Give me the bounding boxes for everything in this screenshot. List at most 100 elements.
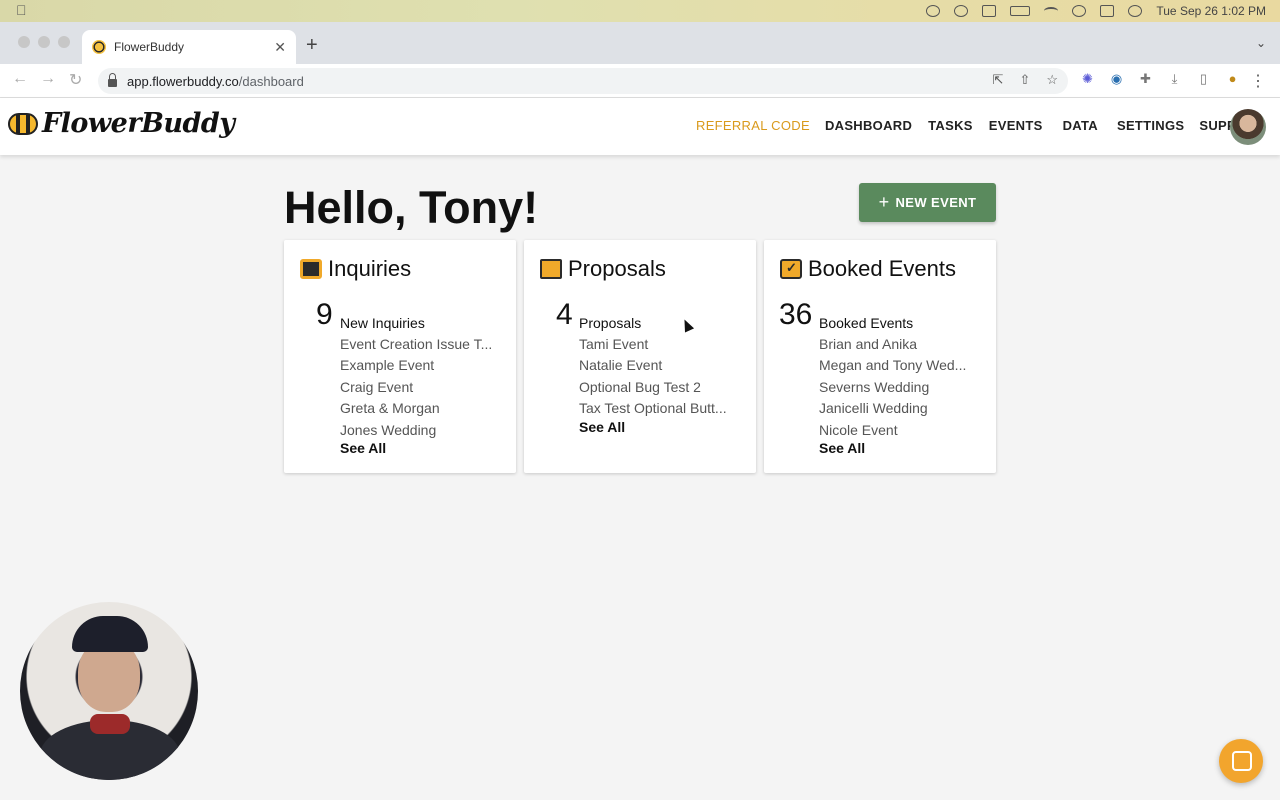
address-bar-actions: ⇱ ⇧ ☆ — [993, 72, 1058, 88]
nav-tasks[interactable]: TASKS — [928, 118, 973, 133]
extensions-puzzle-icon[interactable]: ✚ — [1138, 71, 1153, 86]
extensions-area: ✺ ◉ ✚ ⤓ ▯ ● — [1080, 71, 1240, 86]
proposals-see-all-link[interactable]: See All — [579, 419, 625, 435]
profile-bee-icon[interactable]: ● — [1225, 71, 1240, 86]
booked-events-count: 36 — [779, 298, 813, 331]
menubar-tray: Tue Sep 26 1:02 PM — [926, 0, 1266, 22]
list-item[interactable]: Optional Bug Test 2 — [579, 377, 727, 398]
list-item[interactable]: Craig Event — [340, 377, 492, 398]
inquiries-count: 9 — [316, 298, 333, 331]
webcam-overlay — [20, 602, 198, 780]
download-icon[interactable]: ⤓ — [1167, 71, 1182, 86]
booked-events-list: Brian and Anika Megan and Tony Wed... Se… — [819, 334, 966, 441]
booked-events-see-all-link[interactable]: See All — [819, 440, 865, 456]
share-icon[interactable]: ⇧ — [1019, 72, 1030, 88]
list-item[interactable]: Event Creation Issue T... — [340, 334, 492, 355]
chat-launcher-icon[interactable] — [1219, 739, 1263, 783]
card-title[interactable]: Proposals — [540, 256, 666, 282]
macos-menubar:  Tue Sep 26 1:02 PM — [0, 0, 1280, 22]
battery-icon[interactable] — [1010, 6, 1031, 16]
proposals-list: Tami Event Natalie Event Optional Bug Te… — [579, 334, 727, 420]
list-item[interactable]: Nicole Event — [819, 420, 966, 441]
tab-search-chevron-icon[interactable]: ⌄ — [1256, 36, 1266, 50]
lock-icon[interactable] — [108, 72, 117, 87]
bookmark-star-icon[interactable]: ☆ — [1046, 72, 1058, 88]
minimize-window-button[interactable] — [38, 36, 50, 48]
maximize-window-button[interactable] — [58, 36, 70, 48]
browser-toolbar: ← → ↻ app.flowerbuddy.co/dashboard ⇱ ⇧ ☆… — [0, 64, 1280, 98]
list-item[interactable]: Brian and Anika — [819, 334, 966, 355]
new-event-label: NEW EVENT — [895, 195, 977, 210]
nav-referral-code[interactable]: REFERRAL CODE — [696, 118, 810, 133]
app-header: FlowerBuddy REFERRAL CODE DASHBOARD TASK… — [0, 98, 1280, 155]
booked-events-card: Booked Events 36 Booked Events Brian and… — [764, 240, 996, 473]
card-title-text: Proposals — [568, 256, 666, 281]
nav-dashboard[interactable]: DASHBOARD — [825, 118, 912, 133]
list-item[interactable]: Example Event — [340, 355, 492, 376]
extension-1password-icon[interactable]: ◉ — [1109, 71, 1124, 86]
list-item[interactable]: Natalie Event — [579, 355, 727, 376]
status-icon[interactable] — [926, 5, 941, 17]
tab-title: FlowerBuddy — [114, 40, 185, 54]
reload-icon[interactable]: ↻ — [69, 70, 82, 90]
nav-data[interactable]: DATA — [1063, 118, 1098, 133]
chat-bubbles-icon — [300, 259, 322, 279]
page-greeting: Hello, Tony! — [284, 182, 539, 233]
card-title[interactable]: Inquiries — [300, 256, 411, 282]
password-manager-icon[interactable] — [954, 5, 969, 17]
siri-icon[interactable] — [1128, 5, 1143, 17]
list-item[interactable]: Tax Test Optional Butt... — [579, 398, 727, 419]
side-panel-icon[interactable]: ▯ — [1196, 71, 1211, 86]
plus-icon: + — [878, 192, 890, 212]
extension-flower-icon[interactable]: ✺ — [1080, 71, 1095, 86]
user-avatar[interactable] — [1230, 109, 1266, 145]
new-tab-button[interactable]: + — [306, 34, 318, 57]
close-window-button[interactable] — [18, 36, 30, 48]
url-path: /dashboard — [238, 73, 304, 89]
webcam-person-collar — [90, 714, 130, 734]
booked-events-count-label: Booked Events — [819, 315, 914, 331]
card-title-text: Booked Events — [808, 256, 956, 281]
open-external-icon[interactable]: ⇱ — [993, 72, 1004, 88]
list-item[interactable]: Severns Wedding — [819, 377, 966, 398]
proposals-card: Proposals 4 Proposals Tami Event Natalie… — [524, 240, 756, 473]
wifi-icon[interactable] — [1044, 7, 1059, 15]
back-arrow-icon[interactable]: ← — [12, 70, 28, 88]
calendar-check-icon — [780, 259, 802, 279]
envelope-icon — [540, 259, 562, 279]
list-item[interactable]: Jones Wedding — [340, 420, 492, 441]
logo-text: FlowerBuddy — [42, 108, 235, 139]
card-title-text: Inquiries — [328, 256, 412, 281]
bee-favicon-icon — [92, 40, 106, 54]
window-manager-icon[interactable] — [982, 5, 997, 17]
url-host: app.flowerbuddy.co — [127, 73, 239, 89]
window-controls — [18, 36, 70, 48]
proposals-count-label: Proposals — [579, 315, 642, 331]
control-center-icon[interactable] — [1100, 5, 1115, 17]
list-item[interactable]: Tami Event — [579, 334, 727, 355]
forward-arrow-icon[interactable]: → — [40, 70, 56, 88]
menubar-clock[interactable]: Tue Sep 26 1:02 PM — [1156, 4, 1266, 18]
flowerbuddy-logo[interactable]: FlowerBuddy — [8, 108, 235, 139]
new-event-button[interactable]: + NEW EVENT — [859, 183, 996, 222]
search-icon[interactable] — [1072, 5, 1087, 17]
inquiries-count-label: New Inquiries — [340, 315, 425, 331]
list-item[interactable]: Greta & Morgan — [340, 398, 492, 419]
inquiries-see-all-link[interactable]: See All — [340, 440, 386, 456]
apple-icon[interactable]:  — [16, 2, 27, 18]
inquiries-list: Event Creation Issue T... Example Event … — [340, 334, 492, 441]
main-nav: REFERRAL CODE DASHBOARD TASKS EVENTS DAT… — [696, 118, 1264, 133]
list-item[interactable]: Janicelli Wedding — [819, 398, 966, 419]
webcam-person-cap — [72, 616, 148, 652]
bee-logo-icon — [8, 112, 38, 135]
proposals-count: 4 — [556, 298, 573, 331]
nav-settings[interactable]: SETTINGS — [1117, 118, 1184, 133]
close-tab-icon[interactable]: ✕ — [274, 39, 286, 56]
address-bar[interactable]: app.flowerbuddy.co/dashboard ⇱ ⇧ ☆ — [98, 68, 1068, 94]
list-item[interactable]: Megan and Tony Wed... — [819, 355, 966, 376]
card-title[interactable]: Booked Events — [780, 256, 956, 282]
browser-tabbar: FlowerBuddy ✕ + ⌄ — [0, 22, 1280, 64]
browser-menu-icon[interactable]: ⋮ — [1250, 71, 1266, 91]
browser-tab-active[interactable]: FlowerBuddy ✕ — [82, 30, 296, 64]
nav-events[interactable]: EVENTS — [989, 118, 1043, 133]
